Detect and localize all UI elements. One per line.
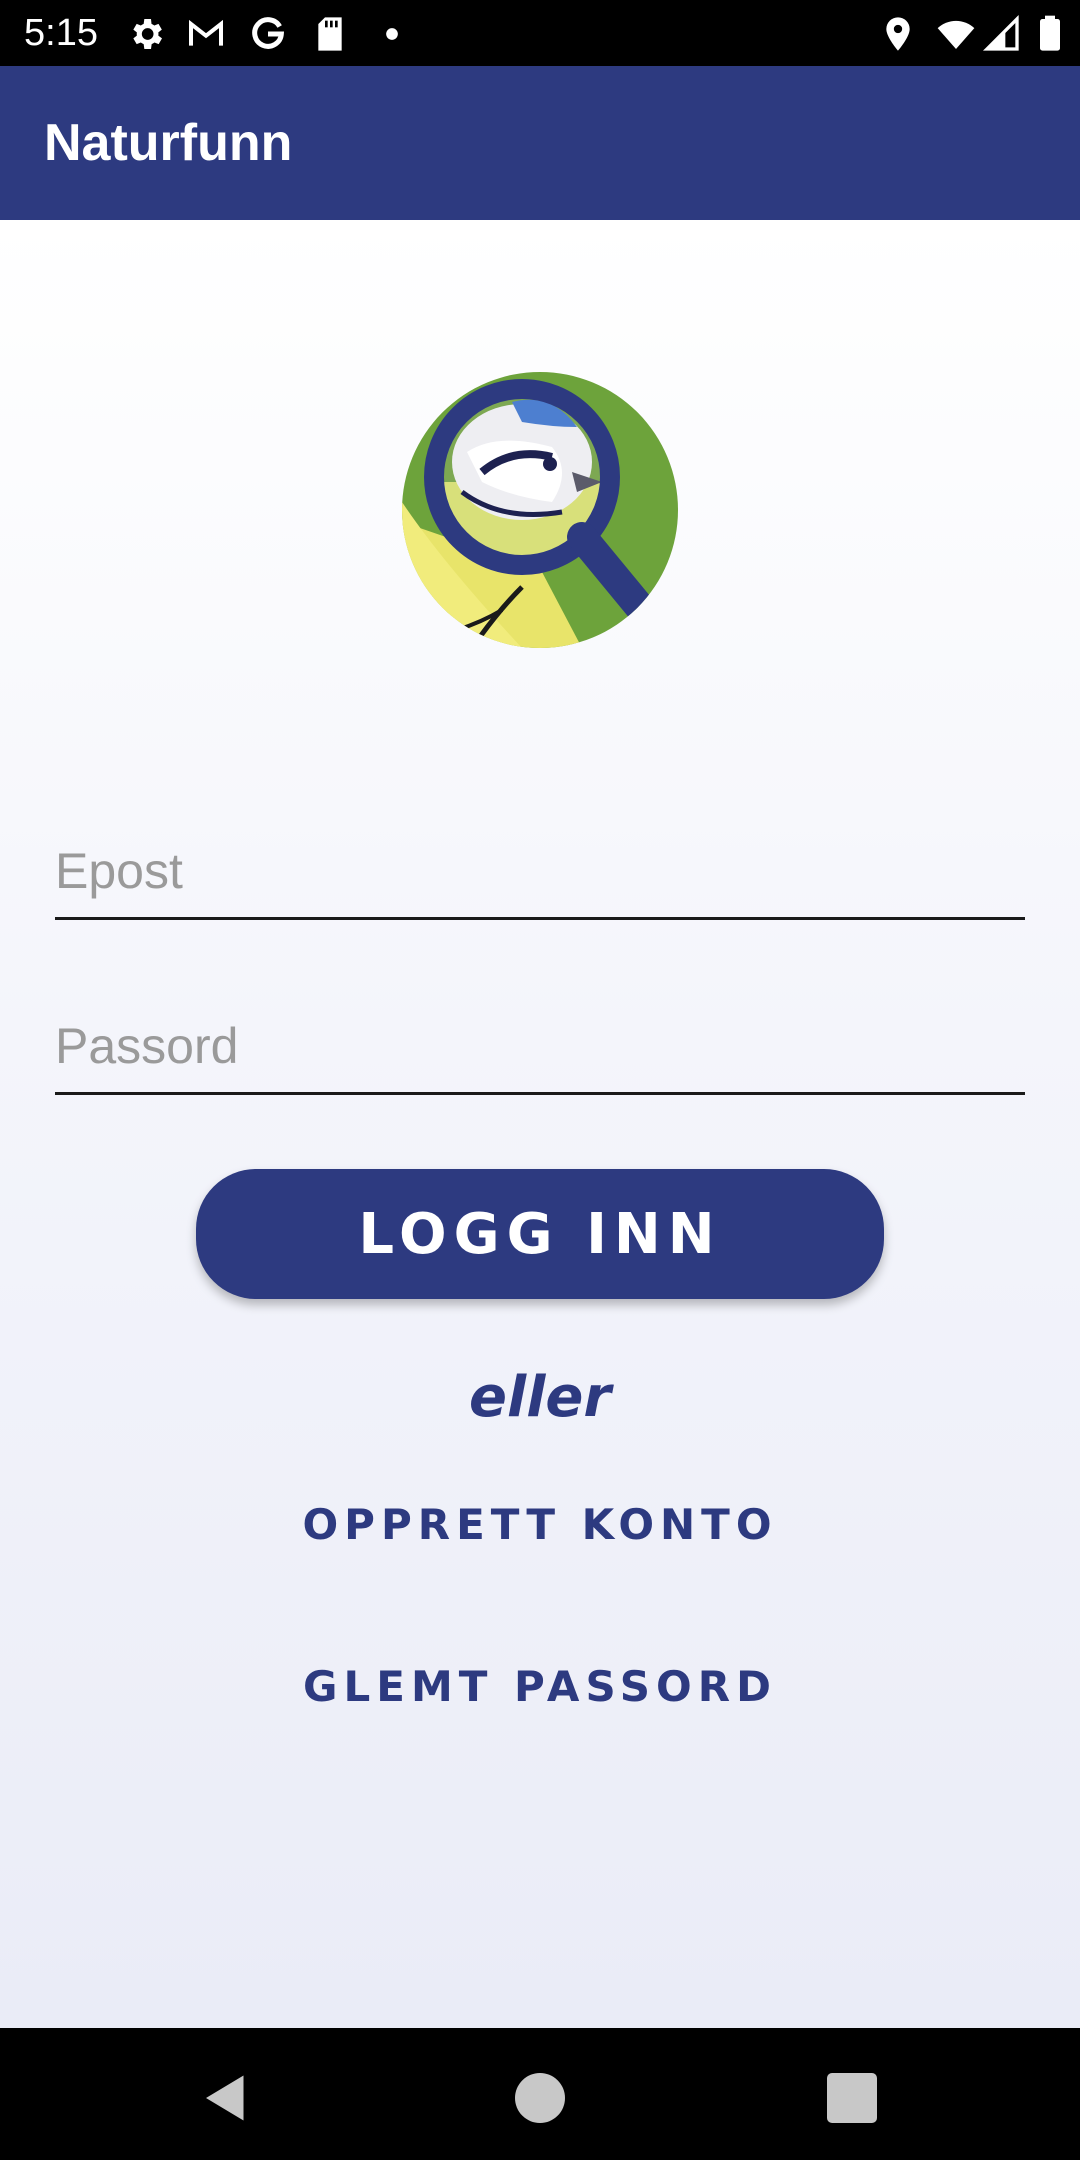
status-time: 5:15 [24,12,98,54]
password-input[interactable] [55,1008,1025,1084]
battery-icon [1030,14,1070,54]
status-bar: 5:15 [0,0,1080,66]
login-button[interactable]: LOGG INN [196,1169,884,1299]
google-icon [248,14,288,54]
or-separator: eller [469,1365,611,1430]
wifi-icon [936,14,976,54]
app-bar: Naturfunn [0,66,1080,220]
email-input[interactable] [55,833,1025,909]
back-icon[interactable] [196,2068,256,2128]
bird-magnifier-logo [402,372,678,648]
signal-icon [982,14,1022,54]
app-logo [402,372,678,648]
login-content: LOGG INN eller OPPRETT KONTO GLEMT PASSO… [0,220,1080,2028]
gmail-icon [186,14,226,54]
location-icon [878,14,918,54]
gear-icon [126,14,166,54]
sd-card-icon [310,14,350,54]
phone-screen: 5:15 Naturfunn Epost LOGG INN eller OPPR… [0,0,1080,2160]
navigation-bar [0,2028,1080,2160]
recents-icon[interactable] [822,2068,882,2128]
password-field[interactable] [55,995,1025,1095]
email-field[interactable] [55,820,1025,920]
app-title: Naturfunn [44,114,293,172]
dot-icon [372,14,412,54]
home-icon[interactable] [510,2068,570,2128]
forgot-password-button[interactable]: GLEMT PASSORD [0,1662,1080,1711]
create-account-button[interactable]: OPPRETT KONTO [0,1500,1080,1549]
